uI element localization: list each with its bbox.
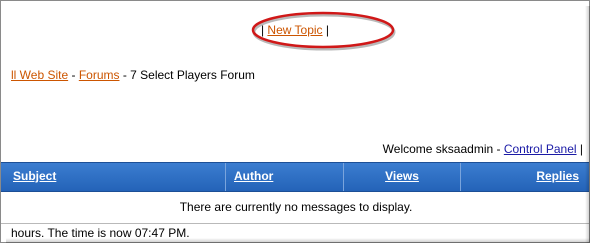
window-shadow-bottom (6, 238, 590, 243)
column-header-views[interactable]: Views (344, 163, 461, 191)
control-panel-link[interactable]: Control Panel (504, 142, 577, 156)
column-header-author[interactable]: Author (226, 163, 344, 191)
breadcrumb-website-link[interactable]: ll Web Site (11, 68, 68, 82)
column-header-subject[interactable]: Subject (1, 163, 226, 191)
topics-table-header: Subject Author Views Replies (1, 162, 589, 192)
breadcrumb-separator: - (68, 68, 79, 82)
welcome-bar: Welcome sksaadmin - Control Panel | (383, 142, 583, 156)
breadcrumb: ll Web Site - Forums - 7 Select Players … (11, 68, 255, 82)
welcome-text: Welcome sksaadmin - (382, 142, 504, 156)
red-highlight-ellipse (251, 11, 396, 51)
welcome-trailing-pipe: | (576, 142, 583, 156)
forum-window: | New Topic | ll Web Site - Forums - 7 S… (0, 0, 590, 243)
empty-messages-row: There are currently no messages to displ… (1, 191, 589, 224)
column-header-replies[interactable]: Replies (461, 163, 589, 191)
breadcrumb-forums-link[interactable]: Forums (79, 68, 120, 82)
window-shadow-right (585, 6, 590, 243)
breadcrumb-separator: - (119, 68, 131, 82)
breadcrumb-current-forum: 7 Select Players Forum (130, 68, 255, 82)
